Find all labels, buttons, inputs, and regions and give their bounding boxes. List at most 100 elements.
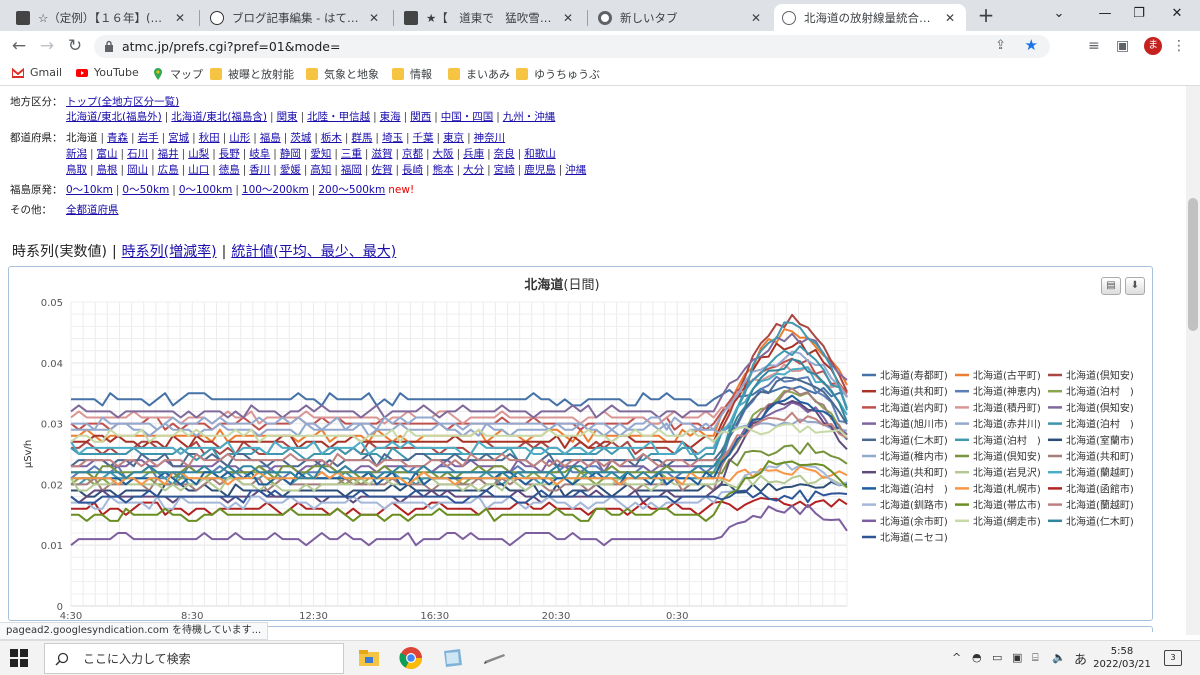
nav-link[interactable]: 岐阜 <box>249 148 270 160</box>
clock[interactable]: 5:58 2022/03/21 <box>1092 645 1152 671</box>
legend-item[interactable]: 北海道(旭川市) <box>880 418 948 431</box>
share-icon[interactable]: ⇪ <box>995 38 1006 53</box>
nav-link[interactable]: 佐賀 <box>371 164 392 176</box>
legend-item[interactable]: 北海道(仁木町) <box>1066 515 1134 528</box>
view-tab-change-rate[interactable]: 時系列(増減率) <box>122 244 217 260</box>
nav-link[interactable]: 長崎 <box>402 164 423 176</box>
nav-link[interactable]: 栃木 <box>321 132 342 144</box>
windows-start-icon[interactable] <box>10 649 28 667</box>
legend-item[interactable]: 北海道(泊村 ) <box>880 482 948 495</box>
close-tab-icon[interactable]: ✕ <box>172 11 188 25</box>
nav-link[interactable]: 鹿児島 <box>524 164 556 176</box>
nav-link[interactable]: 熊本 <box>433 164 454 176</box>
nav-link[interactable]: 200〜500km <box>318 184 385 196</box>
legend-item[interactable]: 北海道(泊村 ) <box>973 434 1041 447</box>
browser-tab[interactable]: ☆（定例）【１６年】(？？ ✕ <box>8 4 196 31</box>
download-icon[interactable]: ⬇ <box>1125 277 1145 295</box>
nav-link[interactable]: 山口 <box>188 164 209 176</box>
legend-item[interactable]: 北海道(共和町) <box>1066 450 1134 463</box>
nav-link[interactable]: 関東 <box>277 111 298 123</box>
nav-link[interactable]: 京都 <box>402 148 423 160</box>
ime-indicator[interactable]: あ <box>1074 649 1087 668</box>
nav-link[interactable]: 徳島 <box>219 164 240 176</box>
nav-link[interactable]: 青森 <box>107 132 128 144</box>
legend-item[interactable]: 北海道(共和町) <box>880 466 948 479</box>
nav-link[interactable]: 岩手 <box>138 132 159 144</box>
volume-icon[interactable]: 🔈 <box>1052 651 1066 664</box>
chrome-icon[interactable] <box>398 645 424 671</box>
nav-link[interactable]: 三重 <box>341 148 362 160</box>
nav-link[interactable]: 神奈川 <box>474 132 506 144</box>
nav-link[interactable]: 九州・沖縄 <box>503 111 556 123</box>
bookmark-folder[interactable]: ゆうちゅうぶ <box>516 66 600 82</box>
legend-item[interactable]: 北海道(函館市) <box>1066 482 1134 495</box>
legend-item[interactable]: 北海道(網走市) <box>973 515 1041 528</box>
legend-item[interactable]: 北海道(ニセコ) <box>880 531 948 544</box>
reload-icon[interactable]: ↻ <box>64 36 86 56</box>
nav-link[interactable]: 和歌山 <box>524 148 556 160</box>
nav-link[interactable]: 0〜50km <box>122 184 169 196</box>
nav-link[interactable]: 山形 <box>229 132 250 144</box>
bookmark-folder[interactable]: 気象と地象 <box>306 66 379 82</box>
nav-link[interactable]: 香川 <box>249 164 270 176</box>
display-icon[interactable]: ▣ <box>1012 651 1022 664</box>
nav-link[interactable]: 長野 <box>219 148 240 160</box>
nav-link[interactable]: 島根 <box>97 164 118 176</box>
legend-item[interactable]: 北海道(蘭越町) <box>1066 466 1134 479</box>
new-tab-button[interactable]: + <box>974 5 998 27</box>
nav-link[interactable]: 100〜200km <box>242 184 309 196</box>
legend-item[interactable]: 北海道(赤井川) <box>973 418 1041 431</box>
tab-search-button[interactable]: ⌄ <box>1036 2 1082 26</box>
nav-link[interactable]: 新潟 <box>66 148 87 160</box>
nav-link[interactable]: トップ(全地方区分一覧) <box>66 96 179 108</box>
nav-link[interactable]: 兵庫 <box>463 148 484 160</box>
legend-item[interactable]: 北海道(余市町) <box>880 515 948 528</box>
legend-item[interactable]: 北海道(帯広市) <box>973 499 1041 512</box>
nav-link[interactable]: 鳥取 <box>66 164 87 176</box>
back-icon[interactable]: ← <box>8 36 30 56</box>
legend-item[interactable]: 北海道(泊村 ) <box>1066 418 1134 431</box>
nav-link[interactable]: 広島 <box>158 164 179 176</box>
close-tab-icon[interactable]: ✕ <box>942 11 958 25</box>
nav-link[interactable]: 奈良 <box>494 148 515 160</box>
nav-link[interactable]: 北海道/東北(福島含) <box>171 111 267 123</box>
browser-tab[interactable]: ★【 道東で 猛吹雪 】★／ ✕ <box>396 4 584 31</box>
legend-item[interactable]: 北海道(釧路市) <box>880 499 948 512</box>
side-panel-icon[interactable]: ▣ <box>1116 38 1129 54</box>
nav-link[interactable]: 全都道府県 <box>66 204 119 216</box>
close-tab-icon[interactable]: ✕ <box>366 11 382 25</box>
legend-item[interactable]: 北海道(稚内市) <box>880 450 948 463</box>
reading-list-icon[interactable]: ≡ <box>1088 38 1100 54</box>
legend-item[interactable]: 北海道(仁木町) <box>880 434 948 447</box>
nav-link[interactable]: 静岡 <box>280 148 301 160</box>
scrollbar-thumb[interactable] <box>1188 198 1198 331</box>
legend-item[interactable]: 北海道(寿都町) <box>880 369 948 382</box>
nav-link[interactable]: 群馬 <box>351 132 372 144</box>
nav-link[interactable]: 岡山 <box>127 164 148 176</box>
nav-link[interactable]: 中国・四国 <box>441 111 494 123</box>
nav-link[interactable]: 北海道/東北(福島外) <box>66 111 162 123</box>
nav-link[interactable]: 茨城 <box>290 132 311 144</box>
taskbar-search-box[interactable]: ここに入力して検索 <box>44 643 344 674</box>
nav-link[interactable]: 宮城 <box>168 132 189 144</box>
view-tab-statistics[interactable]: 統計値(平均、最少、最大) <box>231 244 396 260</box>
nav-link[interactable]: 福岡 <box>341 164 362 176</box>
battery-icon[interactable]: ▭ <box>992 651 1002 664</box>
nav-link[interactable]: 東海 <box>380 111 401 123</box>
bookmark-folder[interactable]: 被曝と放射能 <box>210 66 294 82</box>
legend-item[interactable]: 北海道(岩見沢) <box>973 466 1041 479</box>
close-window-button[interactable]: ✕ <box>1154 2 1200 26</box>
notification-icon[interactable]: 3 <box>1164 650 1182 666</box>
menu-icon[interactable]: ⋮ <box>1172 38 1186 54</box>
nav-link[interactable]: 秋田 <box>199 132 220 144</box>
nav-link[interactable]: 大阪 <box>433 148 454 160</box>
bookmark-folder[interactable]: まいあみ <box>448 66 510 82</box>
forward-icon[interactable]: → <box>36 36 58 56</box>
legend-item[interactable]: 北海道(室蘭市) <box>1066 434 1134 447</box>
nav-link[interactable]: 高知 <box>310 164 331 176</box>
nav-link[interactable]: 0〜100km <box>179 184 233 196</box>
legend-item[interactable]: 北海道(神恵内) <box>973 385 1041 398</box>
nav-link[interactable]: 滋賀 <box>371 148 392 160</box>
print-icon[interactable]: ▤ <box>1101 277 1121 295</box>
legend-item[interactable]: 北海道(共和町) <box>880 385 948 398</box>
